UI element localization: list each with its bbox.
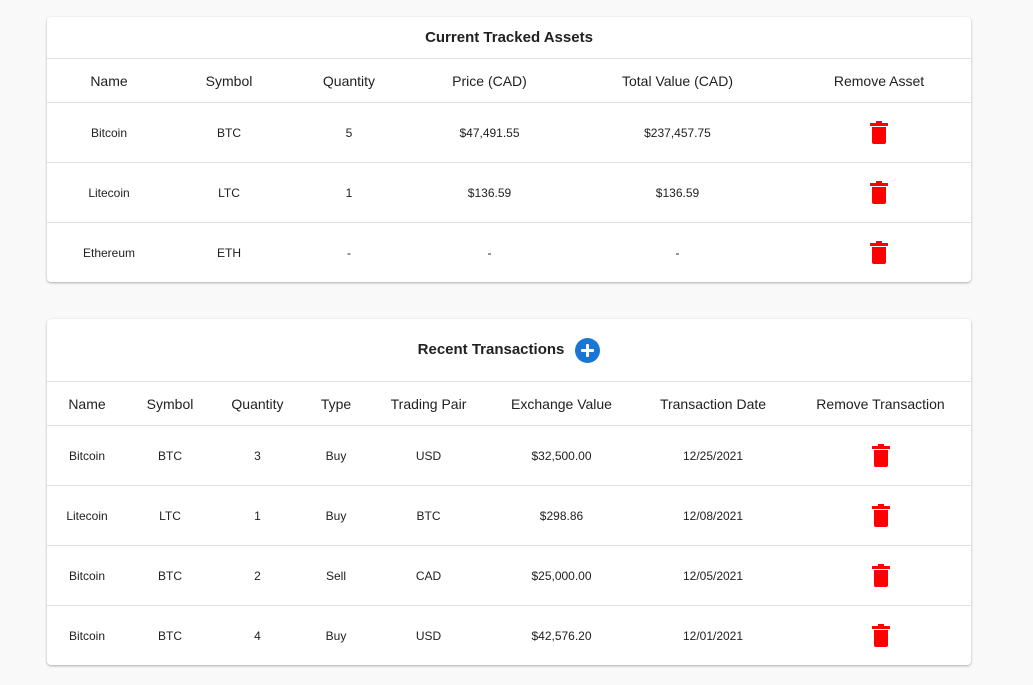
trash-icon[interactable] bbox=[871, 443, 890, 468]
column-header-type: Type bbox=[302, 382, 370, 426]
tx-exchange-value: $42,576.20 bbox=[531, 628, 592, 643]
remove-transaction-cell bbox=[790, 545, 971, 606]
table-header-row: Name Symbol Quantity Price (CAD) Total V… bbox=[47, 59, 971, 103]
table-header-row: Name Symbol Quantity Type Trading Pair E… bbox=[47, 382, 971, 426]
table-row: Bitcoin BTC 5 $47,491.55 $237,457.75 bbox=[47, 102, 971, 163]
column-header-trading-pair: Trading Pair bbox=[370, 382, 487, 426]
trash-icon[interactable] bbox=[871, 503, 890, 528]
tx-date: 12/25/2021 bbox=[636, 425, 790, 486]
tx-name: Bitcoin bbox=[68, 628, 106, 643]
trash-icon[interactable] bbox=[871, 623, 890, 648]
tx-symbol: BTC bbox=[127, 545, 213, 606]
asset-total-value: $136.59 bbox=[568, 162, 787, 223]
trash-icon[interactable] bbox=[870, 240, 888, 265]
recent-transactions-card: Recent Transactions Name Symbol Quantity… bbox=[47, 319, 971, 665]
asset-quantity: 1 bbox=[287, 162, 411, 223]
tx-type: Buy bbox=[302, 425, 370, 486]
table-row: Bitcoin BTC 4 Buy USD $42,576.20 12/01/2… bbox=[47, 606, 971, 666]
column-header-remove-asset: Remove Asset bbox=[787, 59, 971, 103]
asset-symbol: ETH bbox=[217, 245, 241, 260]
table-row: Bitcoin BTC 2 Sell CAD $25,000.00 12/05/… bbox=[47, 545, 971, 606]
tracked-assets-table: Name Symbol Quantity Price (CAD) Total V… bbox=[47, 59, 971, 283]
remove-transaction-cell bbox=[790, 485, 971, 546]
recent-transactions-title: Recent Transactions bbox=[417, 341, 565, 358]
tx-type: Buy bbox=[302, 485, 370, 546]
tx-quantity: 2 bbox=[213, 545, 302, 606]
asset-total-value: - bbox=[675, 245, 680, 260]
recent-transactions-header: Recent Transactions bbox=[47, 319, 971, 382]
column-header-transaction-date: Transaction Date bbox=[636, 382, 790, 426]
column-header-name: Name bbox=[47, 382, 127, 426]
tx-exchange-value: $25,000.00 bbox=[487, 545, 636, 606]
remove-asset-cell bbox=[787, 162, 971, 223]
asset-name: Bitcoin bbox=[47, 102, 171, 163]
tracked-assets-title: Current Tracked Assets bbox=[425, 28, 593, 46]
plus-circle-icon[interactable] bbox=[575, 337, 601, 363]
column-header-remove-transaction: Remove Transaction bbox=[790, 382, 971, 426]
tx-trading-pair: USD bbox=[370, 425, 487, 486]
trash-icon[interactable] bbox=[871, 563, 890, 588]
tx-name: Litecoin bbox=[47, 485, 127, 546]
tracked-assets-header: Current Tracked Assets bbox=[47, 17, 971, 59]
asset-price: - bbox=[487, 245, 492, 260]
tx-quantity: 3 bbox=[213, 425, 302, 486]
tx-quantity: 1 bbox=[213, 485, 302, 546]
asset-total-value: $237,457.75 bbox=[568, 102, 787, 163]
tx-type: Sell bbox=[302, 545, 370, 606]
table-row: Litecoin LTC 1 $136.59 $136.59 bbox=[47, 162, 971, 223]
tx-exchange-value: $298.86 bbox=[487, 485, 636, 546]
asset-price: $136.59 bbox=[411, 162, 568, 223]
tx-symbol: LTC bbox=[127, 485, 213, 546]
trash-icon[interactable] bbox=[870, 120, 888, 145]
column-header-symbol: Symbol bbox=[171, 59, 287, 103]
table-row: Litecoin LTC 1 Buy BTC $298.86 12/08/202… bbox=[47, 485, 971, 546]
tx-type: Buy bbox=[325, 628, 347, 643]
tx-date: 12/08/2021 bbox=[636, 485, 790, 546]
tx-trading-pair: CAD bbox=[370, 545, 487, 606]
tx-symbol: BTC bbox=[158, 628, 182, 643]
asset-name: Litecoin bbox=[47, 162, 171, 223]
column-header-exchange-value: Exchange Value bbox=[487, 382, 636, 426]
column-header-price: Price (CAD) bbox=[411, 59, 568, 103]
tx-exchange-value: $32,500.00 bbox=[487, 425, 636, 486]
tx-trading-pair: USD bbox=[415, 628, 442, 643]
tx-name: Bitcoin bbox=[47, 545, 127, 606]
trash-icon[interactable] bbox=[870, 180, 888, 205]
asset-quantity: 5 bbox=[287, 102, 411, 163]
tx-name: Bitcoin bbox=[47, 425, 127, 486]
asset-symbol: LTC bbox=[171, 162, 287, 223]
remove-transaction-cell bbox=[790, 425, 971, 486]
column-header-quantity: Quantity bbox=[287, 59, 411, 103]
remove-transaction-cell bbox=[790, 606, 971, 666]
asset-name: Ethereum bbox=[82, 245, 136, 260]
asset-quantity: - bbox=[347, 245, 351, 260]
tracked-assets-card: Current Tracked Assets Name Symbol Quant… bbox=[47, 17, 971, 282]
column-header-total-value: Total Value (CAD) bbox=[568, 59, 787, 103]
asset-price: $47,491.55 bbox=[411, 102, 568, 163]
tx-quantity: 4 bbox=[254, 628, 261, 643]
remove-asset-cell bbox=[787, 102, 971, 163]
recent-transactions-table: Name Symbol Quantity Type Trading Pair E… bbox=[47, 382, 971, 666]
table-row: Ethereum ETH - - - bbox=[47, 223, 971, 283]
remove-asset-cell bbox=[787, 223, 971, 283]
column-header-quantity: Quantity bbox=[213, 382, 302, 426]
tx-date: 12/05/2021 bbox=[636, 545, 790, 606]
tx-symbol: BTC bbox=[127, 425, 213, 486]
column-header-name: Name bbox=[47, 59, 171, 103]
table-row: Bitcoin BTC 3 Buy USD $32,500.00 12/25/2… bbox=[47, 425, 971, 486]
tx-date: 12/01/2021 bbox=[682, 628, 744, 643]
column-header-symbol: Symbol bbox=[127, 382, 213, 426]
tx-trading-pair: BTC bbox=[370, 485, 487, 546]
asset-symbol: BTC bbox=[171, 102, 287, 163]
